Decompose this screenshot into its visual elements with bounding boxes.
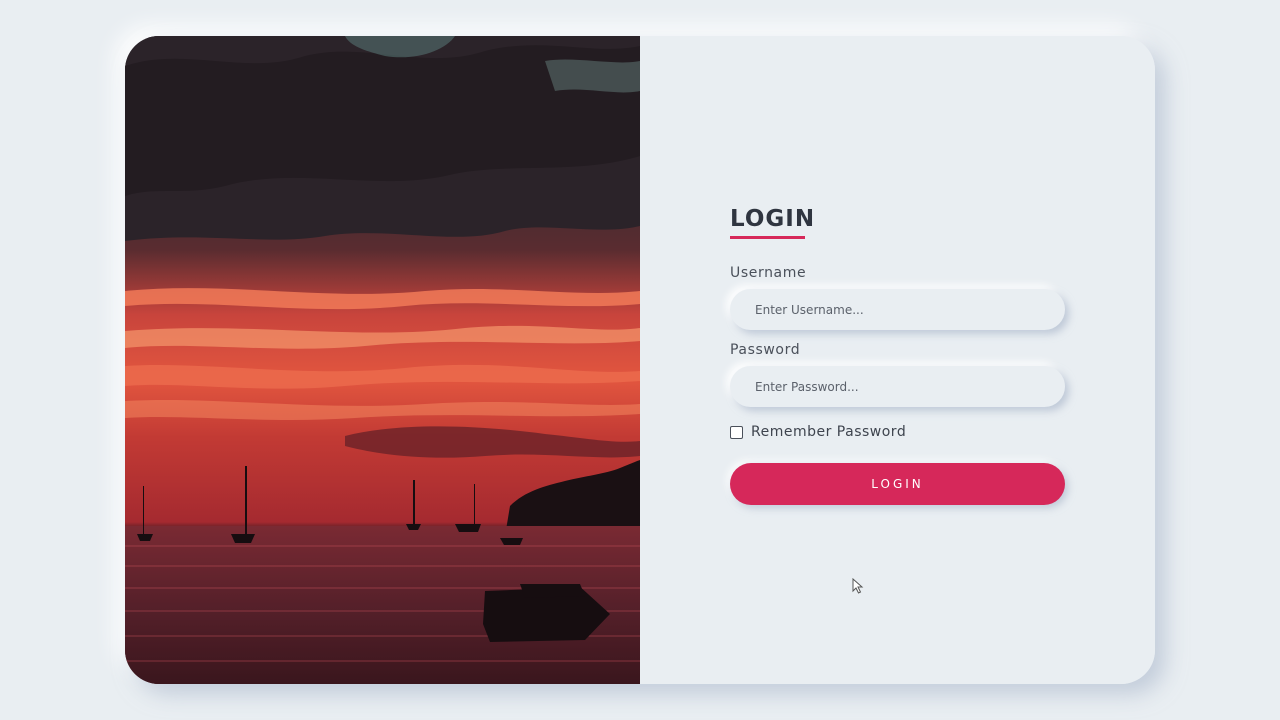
username-input[interactable] — [730, 289, 1065, 330]
mouse-cursor-icon — [852, 578, 864, 594]
username-field-wrapper — [730, 289, 1065, 330]
login-form: LOGIN Username Password Remember Passwor… — [730, 204, 1065, 505]
login-title-text: LOGIN — [730, 206, 816, 232]
remember-password-checkbox[interactable] — [730, 425, 743, 439]
username-label: Username — [730, 265, 807, 281]
login-title: LOGIN — [730, 204, 816, 239]
password-field-wrapper — [730, 366, 1065, 407]
remember-password-row: Remember Password — [730, 423, 1065, 441]
password-input[interactable] — [730, 366, 1065, 407]
login-panel: LOGIN Username Password Remember Passwor… — [640, 36, 1155, 684]
title-underline — [730, 236, 805, 239]
login-button[interactable]: LOGIN — [730, 463, 1065, 505]
password-label: Password — [730, 342, 801, 358]
sunset-sea-photo-icon — [125, 36, 640, 684]
remember-password-label[interactable]: Remember Password — [751, 424, 906, 440]
login-card: LOGIN Username Password Remember Passwor… — [125, 36, 1155, 684]
hero-image — [125, 36, 640, 684]
